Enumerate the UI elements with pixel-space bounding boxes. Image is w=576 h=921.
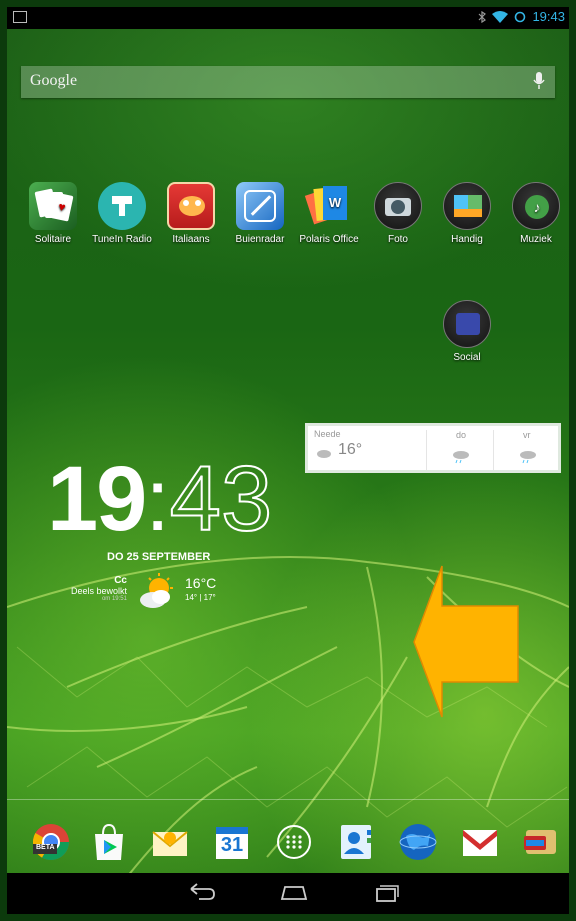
- polaris-office-icon: W: [304, 182, 353, 230]
- app-label: Muziek: [520, 234, 552, 245]
- rain-icon: [453, 451, 469, 464]
- weather-temp: 16°C: [185, 575, 217, 591]
- app-buienradar[interactable]: Buienradar: [224, 182, 296, 245]
- cloud-icon: [317, 450, 331, 458]
- widget-temp: 16°: [338, 441, 363, 458]
- app-label: Polaris Office: [299, 234, 359, 245]
- beta-badge: BETA: [36, 844, 55, 851]
- widget-location: Neede: [314, 429, 341, 439]
- app-drawer-icon: [277, 825, 311, 859]
- dock-email[interactable]: [150, 822, 190, 862]
- navigation-bar: [7, 873, 569, 914]
- app-polaris-office[interactable]: W Polaris Office: [293, 182, 365, 245]
- app-muziek[interactable]: ♪ Muziek: [500, 182, 569, 245]
- email-icon: [152, 831, 188, 856]
- italiaans-icon: [167, 182, 215, 230]
- image-icon: [13, 11, 27, 23]
- back-icon[interactable]: [187, 881, 217, 903]
- camera-icon: [374, 182, 422, 230]
- search-label: Google: [30, 72, 78, 89]
- app-label: TuneIn Radio: [92, 234, 152, 245]
- clock-separator: :: [145, 450, 170, 549]
- mic-icon[interactable]: [533, 72, 545, 90]
- music-icon: ♪: [512, 182, 560, 230]
- app-label: Foto: [387, 234, 408, 245]
- app-foto[interactable]: Foto: [362, 182, 434, 245]
- tunein-icon: [98, 182, 146, 230]
- widget-day1: do: [456, 430, 467, 440]
- gmail-icon: [463, 830, 497, 856]
- wallet-icon: [524, 830, 556, 854]
- bluetooth-icon: [479, 10, 487, 23]
- folder-icon: [443, 182, 491, 230]
- app-handig[interactable]: Handig: [431, 182, 503, 245]
- app-label: Social: [453, 352, 481, 363]
- home-screen: 19:43 Google ♥ Solitaire TuneIn Radio It…: [7, 7, 569, 914]
- chrome-beta-icon: [32, 824, 69, 861]
- weather-updated: om 19:51: [101, 596, 127, 602]
- rain-icon: [520, 451, 536, 464]
- weather-minmax: 14° | 17°: [185, 593, 216, 602]
- google-search-bar[interactable]: Google: [21, 66, 555, 98]
- divider: [493, 430, 494, 470]
- wifi-icon: [492, 10, 509, 23]
- home-icon[interactable]: [279, 881, 309, 903]
- clock-widget[interactable]: 19:43: [47, 447, 273, 552]
- recent-apps-icon[interactable]: [371, 881, 401, 903]
- dock-contacts[interactable]: [336, 822, 376, 862]
- app-solitaire[interactable]: ♥ Solitaire: [17, 182, 89, 245]
- clock-hour: 19: [47, 448, 147, 550]
- play-store-icon: [95, 823, 123, 860]
- dock-wallet[interactable]: [520, 822, 560, 862]
- sync-icon: [515, 11, 526, 22]
- widget-day2: vr: [523, 430, 531, 440]
- dock-play-store[interactable]: [89, 822, 129, 862]
- weather-condition: Deels bewolkt: [70, 586, 127, 596]
- calendar-day: 31: [220, 834, 244, 856]
- dock-calendar[interactable]: 31: [212, 822, 252, 862]
- arrow-left-icon: [413, 565, 519, 718]
- dock-gmail[interactable]: [460, 822, 500, 862]
- status-bar: 19:43: [7, 7, 569, 29]
- clock-minute: 43: [169, 447, 273, 551]
- date-label: DO 25 SEPTEMBER: [107, 551, 211, 563]
- solitaire-icon: ♥: [29, 182, 77, 230]
- app-social[interactable]: Social: [431, 300, 503, 363]
- dock-chrome-beta[interactable]: BETA: [31, 822, 71, 862]
- app-tunein-radio[interactable]: TuneIn Radio: [86, 182, 158, 245]
- folder-icon: [443, 300, 491, 348]
- partly-cloudy-icon: [140, 573, 173, 608]
- browser-globe-icon: [399, 824, 437, 860]
- weather-info: Cc Deels bewolkt om 19:51: [67, 575, 127, 602]
- status-time: 19:43: [532, 9, 565, 24]
- app-label: Italiaans: [172, 234, 210, 245]
- buienradar-icon: [236, 182, 284, 230]
- app-italiaans[interactable]: Italiaans: [155, 182, 227, 245]
- app-label: Buienradar: [235, 234, 285, 245]
- weather-location: Cc: [114, 575, 127, 586]
- divider: [426, 430, 427, 470]
- contacts-icon: [341, 825, 371, 859]
- dock-divider: [7, 799, 569, 800]
- status-icons: 19:43: [478, 9, 565, 24]
- weather-widget[interactable]: Neede 16° do vr: [305, 423, 561, 473]
- dock-app-drawer[interactable]: [274, 822, 314, 862]
- dock-browser[interactable]: [398, 822, 438, 862]
- app-label: Handig: [451, 234, 483, 245]
- app-label: Solitaire: [34, 234, 72, 245]
